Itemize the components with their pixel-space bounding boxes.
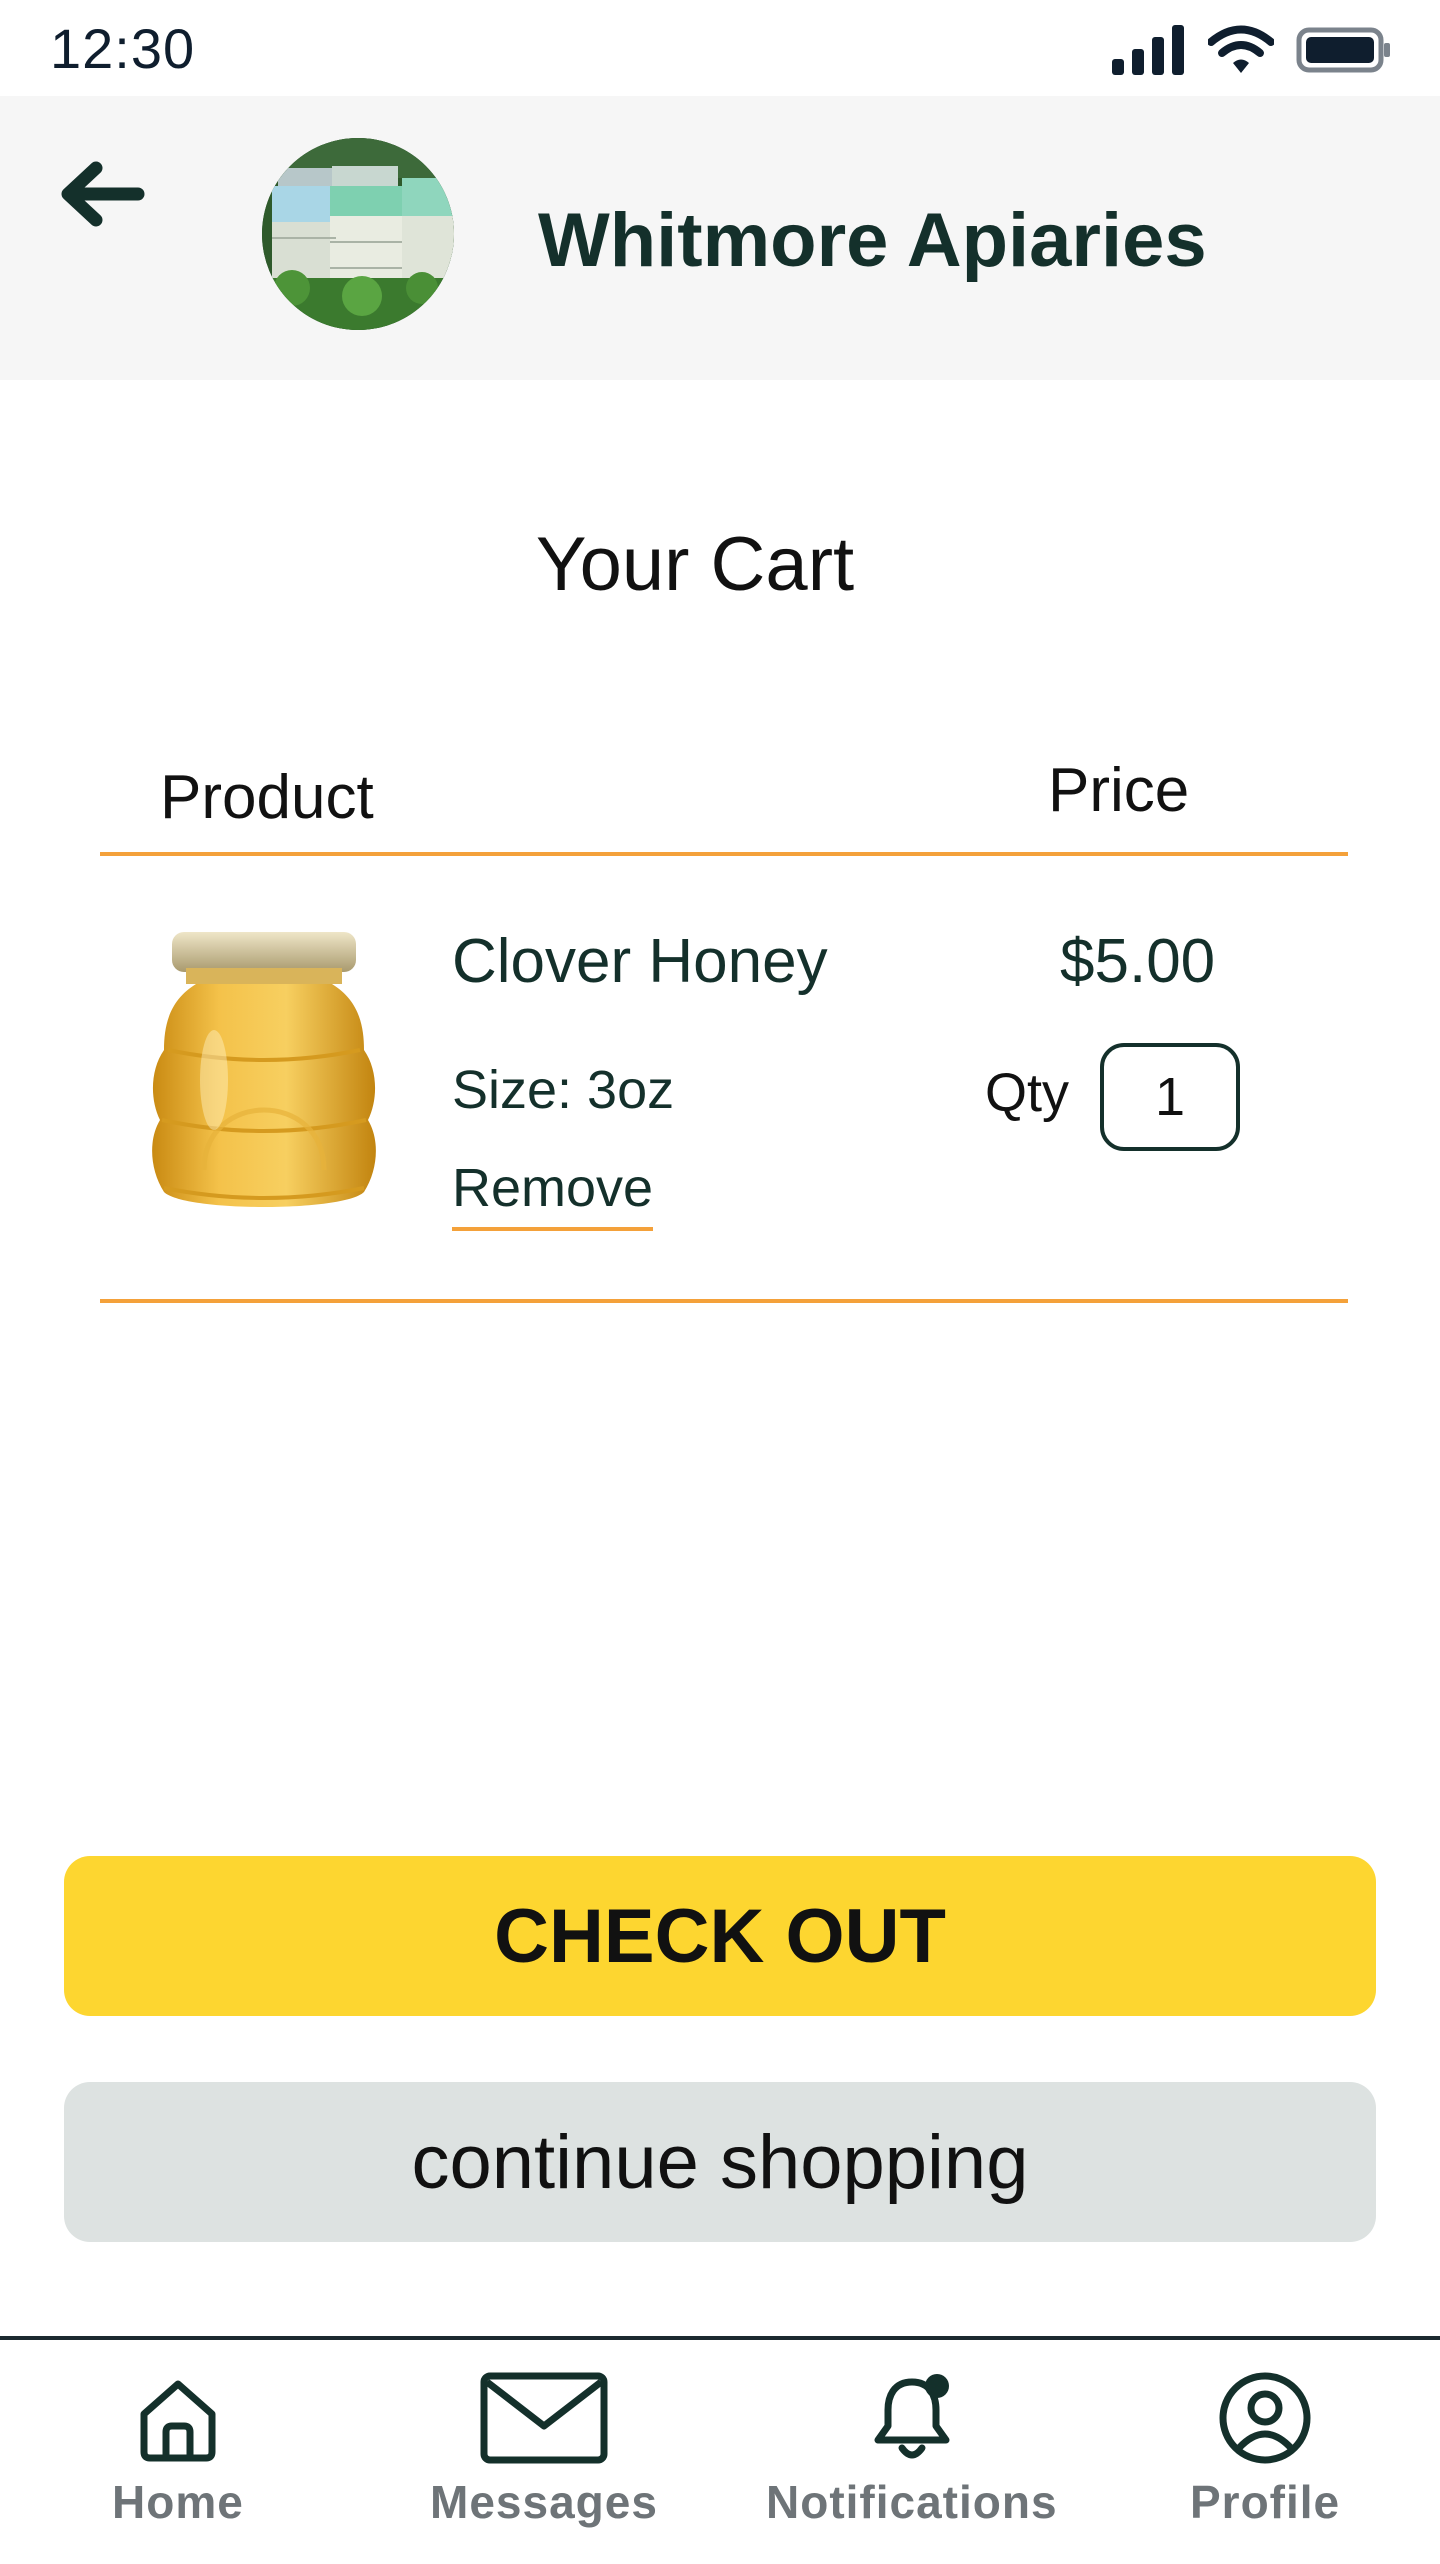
checkout-button[interactable]: CHECK OUT [64, 1856, 1376, 2016]
profile-icon [1219, 2372, 1311, 2464]
nav-item-messages[interactable]: Messages [430, 2370, 658, 2530]
shop-header: Whitmore Apiaries [0, 96, 1440, 380]
status-time: 12:30 [50, 17, 196, 80]
shop-avatar [262, 138, 454, 330]
nav-label-notifications: Notifications [766, 2476, 1058, 2528]
honey-jar-image [152, 932, 376, 1207]
nav-item-home[interactable]: Home [112, 2370, 244, 2530]
remove-item-link[interactable]: Remove [452, 1155, 654, 1231]
beehive-photo [262, 138, 454, 330]
signal-icon [1112, 25, 1184, 75]
nav-label-home: Home [112, 2476, 244, 2528]
product-name[interactable]: Clover Honey [452, 925, 828, 999]
bottom-nav: Home Messages Notifications Profile [0, 2336, 1440, 2564]
home-icon [140, 2380, 216, 2462]
product-size: Size: 3oz [452, 1060, 675, 1120]
column-header-price: Price [1048, 756, 1190, 825]
continue-shopping-button[interactable]: continue shopping [64, 2082, 1376, 2242]
nav-item-notifications[interactable]: Notifications [766, 2370, 1058, 2530]
nav-item-profile[interactable]: Profile [1190, 2370, 1340, 2530]
divider [100, 852, 1348, 856]
column-header-product: Product [160, 763, 374, 832]
status-bar: 12:30 [0, 0, 1440, 96]
bell-icon [874, 2374, 950, 2459]
qty-label: Qty [985, 1063, 1070, 1123]
product-price: $5.00 [1060, 927, 1216, 996]
arrow-left-icon [61, 161, 145, 227]
wifi-icon [1208, 25, 1274, 73]
envelope-icon [480, 2372, 608, 2464]
status-icons [1112, 22, 1392, 78]
back-button[interactable] [58, 158, 148, 230]
quantity-input[interactable] [1100, 1043, 1240, 1151]
shop-name: Whitmore Apiaries [538, 198, 1207, 283]
product-image [124, 920, 404, 1220]
battery-icon [1296, 27, 1390, 73]
divider [100, 1299, 1348, 1303]
page-title: Your Cart [535, 522, 855, 607]
nav-label-profile: Profile [1190, 2476, 1341, 2528]
nav-label-messages: Messages [430, 2476, 658, 2528]
